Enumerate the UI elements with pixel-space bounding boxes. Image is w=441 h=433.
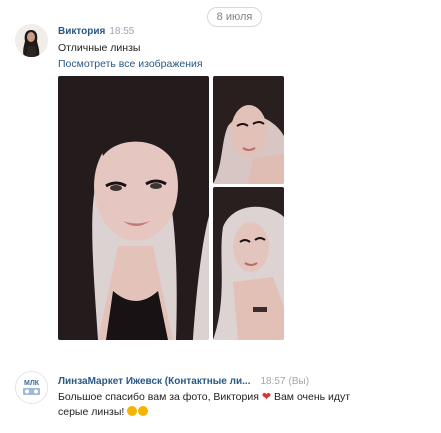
author-name[interactable]: Виктория xyxy=(58,26,105,37)
message-2-text-line2: серые линзы! xyxy=(58,405,149,419)
own-message-marker: (Вы) xyxy=(288,376,310,387)
logo-text: МЛК xyxy=(24,380,40,387)
heart-icon: ❤ xyxy=(261,391,272,403)
date-separator: 8 июля xyxy=(207,7,262,27)
photo-bottom-right[interactable] xyxy=(213,187,284,340)
photo-top-right[interactable] xyxy=(213,76,284,184)
avatar-linzamarket[interactable]: МЛК xyxy=(15,371,48,404)
message-time: 18:55 xyxy=(109,26,135,37)
message-text: Большое спасибо вам за фото, Виктория xyxy=(58,391,259,403)
view-all-images-link[interactable]: Посмотреть все изображения xyxy=(58,57,203,71)
message-1-text: Отличные линзы xyxy=(58,42,141,54)
smiling-heart-eyes-emoji-icon xyxy=(127,406,138,416)
message-time: 18:57 xyxy=(260,376,286,387)
message-2-text-line1: Большое спасибо вам за фото, Виктория ❤ … xyxy=(58,390,350,404)
photo-main[interactable] xyxy=(58,76,209,340)
message-text-tail: Вам очень идут xyxy=(273,391,351,403)
message-text: серые линзы! xyxy=(58,406,125,418)
author-name[interactable]: ЛинзаМаркет Ижевск (Контактные ли... xyxy=(58,376,251,387)
avatar-viktoria[interactable] xyxy=(15,24,48,57)
message-2-header: ЛинзаМаркет Ижевск (Контактные ли... 18:5… xyxy=(58,375,309,388)
message-1-header: Виктория 18:55 xyxy=(58,25,134,38)
smiling-heart-eyes-emoji-icon xyxy=(138,406,149,416)
